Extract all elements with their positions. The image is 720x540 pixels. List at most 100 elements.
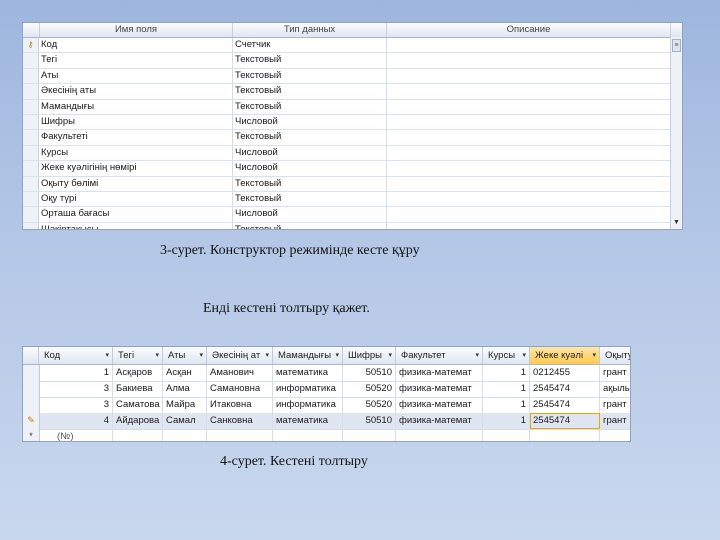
primary-key-icon[interactable]: ⚷ (23, 38, 39, 53)
filter-dropdown-icon[interactable]: ▾ (265, 347, 269, 364)
filter-dropdown-icon[interactable]: ▾ (155, 347, 159, 364)
table-cell[interactable]: Асқаров (113, 365, 163, 381)
field-name-cell[interactable]: Оқу түрі (41, 192, 231, 206)
table-cell[interactable]: физика-математ (396, 381, 483, 397)
filter-dropdown-icon[interactable]: ▾ (475, 347, 479, 364)
data-type-cell[interactable]: Текстовый (235, 84, 385, 98)
table-cell[interactable]: 1 (483, 381, 530, 397)
column-header[interactable]: Курсы ▾ (483, 347, 530, 364)
data-type-cell[interactable]: Счетчик (235, 38, 385, 52)
table-cell[interactable]: 4 (39, 413, 113, 429)
table-cell[interactable]: Саматова (113, 397, 163, 413)
table-cell[interactable]: грант (600, 397, 630, 413)
table-cell[interactable] (600, 429, 630, 441)
table-cell[interactable]: Асқан (163, 365, 207, 381)
design-row[interactable]: Әкесінің аты Текстовый (23, 84, 682, 100)
filter-dropdown-icon[interactable]: ▾ (335, 347, 339, 364)
table-cell[interactable]: Итаковна (207, 397, 273, 413)
design-row[interactable]: Мамандығы Текстовый (23, 99, 682, 115)
table-cell[interactable]: 2545474 (530, 397, 600, 413)
table-cell[interactable]: Алма (163, 381, 207, 397)
design-row[interactable]: Шифры Числовой (23, 114, 682, 131)
column-header-field-name[interactable]: Имя поля (40, 23, 233, 37)
field-name-cell[interactable]: Факультеті (41, 130, 231, 144)
table-cell[interactable]: 3 (39, 397, 113, 413)
table-cell[interactable]: математика (273, 365, 343, 381)
column-header[interactable]: Әкесінің ат ▾ (207, 347, 273, 364)
field-name-cell[interactable]: Оқыту бөлімі (41, 177, 231, 191)
column-header[interactable]: Факультет ▾ (396, 347, 483, 364)
row-selector[interactable] (23, 397, 40, 413)
data-type-cell[interactable]: Числовой (235, 161, 385, 175)
field-name-cell[interactable]: Код (41, 38, 231, 52)
filter-dropdown-icon[interactable]: ▾ (105, 347, 109, 364)
design-row[interactable]: Факультеті Текстовый (23, 130, 682, 146)
table-cell[interactable]: 50510 (343, 365, 396, 381)
design-row[interactable]: Аты Текстовый (23, 68, 682, 85)
data-type-cell[interactable]: Текстовый (235, 69, 385, 83)
column-header-description[interactable]: Описание (387, 23, 671, 37)
table-cell[interactable]: 1 (483, 413, 530, 429)
field-name-cell[interactable]: Курсы (41, 146, 231, 160)
data-type-cell[interactable]: Текстовый (235, 53, 385, 67)
column-header[interactable]: Код ▾ (39, 347, 113, 364)
table-cell[interactable]: 50520 (343, 381, 396, 397)
data-type-cell[interactable]: Числовой (235, 115, 385, 129)
table-cell[interactable]: 50510 (343, 413, 396, 429)
design-row[interactable]: ⚷ Код Счетчик (23, 38, 682, 54)
select-all-corner[interactable] (23, 347, 39, 364)
scroll-down-icon[interactable]: ▼ (671, 219, 682, 227)
table-cell[interactable] (483, 429, 530, 441)
row-selector[interactable] (23, 207, 39, 222)
table-cell[interactable] (163, 429, 207, 441)
row-selector[interactable] (23, 114, 39, 130)
design-row[interactable]: Курсы Числовой (23, 145, 682, 162)
data-type-cell[interactable]: Текстовый (235, 223, 385, 229)
table-cell[interactable]: 1 (483, 365, 530, 381)
filter-dropdown-icon[interactable]: ▾ (522, 347, 526, 364)
data-type-cell[interactable]: Текстовый (235, 130, 385, 144)
table-cell[interactable]: Санковна (207, 413, 273, 429)
table-row[interactable]: ✎ 4 Айдарова Самал Санковна математика 50510 фи… (23, 413, 630, 430)
data-type-cell[interactable]: Числовой (235, 146, 385, 160)
table-cell[interactable]: информатика (273, 397, 343, 413)
table-cell[interactable]: 3 (39, 381, 113, 397)
table-cell[interactable]: Майра (163, 397, 207, 413)
filter-dropdown-icon[interactable]: ▾ (199, 347, 203, 364)
table-cell[interactable]: 2545474 (530, 381, 600, 397)
row-selector[interactable] (23, 99, 39, 114)
table-cell[interactable]: Аманович (207, 365, 273, 381)
column-header-data-type[interactable]: Тип данных (233, 23, 387, 37)
table-cell[interactable] (207, 429, 273, 441)
row-selector[interactable] (23, 145, 39, 161)
table-cell[interactable]: математика (273, 413, 343, 429)
column-header[interactable]: Аты ▾ (163, 347, 207, 364)
new-record-placeholder[interactable]: (№) (39, 429, 113, 441)
column-header[interactable]: Мамандығы ▾ (273, 347, 343, 364)
column-header[interactable]: Жеке куәлі ▾ (530, 347, 600, 364)
vertical-scrollbar[interactable]: ≡ ▼ (670, 37, 682, 229)
table-cell[interactable]: Бакиева (113, 381, 163, 397)
row-selector[interactable] (23, 84, 39, 99)
data-type-cell[interactable]: Числовой (235, 207, 385, 221)
field-name-cell[interactable]: Аты (41, 69, 231, 83)
row-selector[interactable] (23, 53, 39, 68)
field-name-cell[interactable]: Тегі (41, 53, 231, 67)
field-name-cell[interactable]: Әкесінің аты (41, 84, 231, 98)
field-name-cell[interactable]: Мамандығы (41, 100, 231, 114)
field-name-cell[interactable]: Шәкіртақысы (41, 223, 231, 229)
row-selector[interactable] (23, 130, 39, 145)
filter-dropdown-icon[interactable]: ▾ (388, 347, 392, 364)
table-cell[interactable]: 2545474 (530, 413, 600, 429)
row-selector[interactable] (23, 365, 40, 381)
row-selector[interactable] (23, 381, 40, 397)
data-type-cell[interactable]: Текстовый (235, 100, 385, 114)
row-selector[interactable] (23, 68, 39, 84)
field-name-cell[interactable]: Шифры (41, 115, 231, 129)
pencil-icon[interactable]: ✎ (23, 413, 40, 429)
table-cell[interactable]: 1 (483, 397, 530, 413)
row-selector[interactable] (23, 176, 39, 191)
table-row[interactable]: 1 Асқаров Асқан Аманович математика 50510 физи… (23, 365, 630, 382)
table-cell[interactable]: Самановна (207, 381, 273, 397)
data-type-cell[interactable]: Текстовый (235, 192, 385, 206)
